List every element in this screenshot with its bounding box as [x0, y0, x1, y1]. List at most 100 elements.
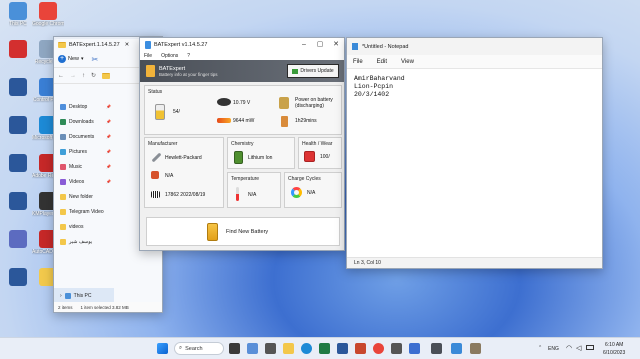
battery-app-icon [145, 40, 151, 49]
nav-item[interactable]: Music 📌 [54, 159, 114, 174]
health-title: Health / Wear [302, 141, 333, 147]
excel-icon[interactable] [319, 343, 330, 354]
desktop-icon[interactable] [3, 116, 33, 135]
nav-item-label: Videos [69, 178, 85, 185]
app2-icon[interactable] [470, 343, 481, 354]
pin-icon[interactable]: 📌 [106, 149, 111, 154]
temperature-group: Temperature N/A [227, 172, 281, 208]
folder-icon [58, 42, 66, 48]
nav-item[interactable]: Telegram Video [54, 204, 114, 219]
nav-item[interactable]: videos [54, 219, 114, 234]
close-tab-icon[interactable]: ✕ [125, 42, 130, 48]
app-icon [9, 154, 27, 172]
file-explorer-icon[interactable] [283, 343, 294, 354]
menu-view[interactable]: View [401, 59, 414, 65]
nav-item[interactable]: Downloads 📌 [54, 114, 114, 129]
desktop-icon[interactable]: This PC [3, 2, 33, 27]
pin-icon[interactable]: 📌 [106, 119, 111, 124]
cursor-position: Ln 3, Col 10 [354, 260, 381, 266]
nav-item[interactable]: Documents 📌 [54, 129, 114, 144]
explorer-tab[interactable]: BATExpert.1.14.5.27 ✕ [54, 39, 142, 51]
tools-icon [151, 152, 162, 163]
nav-item[interactable]: Videos 📌 [54, 174, 114, 189]
chemistry-value: Lithium Ion [248, 155, 273, 161]
nav-item[interactable]: Pictures 📌 [54, 144, 114, 159]
battery-logo-icon [146, 65, 155, 77]
notepad-text-area[interactable]: AmirBaharvand Lion-Pcpin 20/3/1402 [347, 69, 602, 99]
text-line: 20/3/1402 [354, 91, 390, 98]
up-arrow-icon[interactable]: ↑ [82, 73, 85, 79]
clock-date[interactable]: 6/10/2023 [603, 350, 625, 356]
wifi-icon[interactable]: ◠ [566, 344, 572, 352]
menu-edit[interactable]: Edit [377, 59, 387, 65]
desktop-icon[interactable] [3, 154, 33, 173]
new-button[interactable]: + New ▾ [58, 55, 84, 63]
text-line: AmirBaharvand [354, 75, 405, 82]
menu-file[interactable]: File [144, 53, 152, 59]
edge-icon[interactable] [301, 343, 312, 354]
desktop-icon[interactable] [3, 268, 33, 287]
explorer-tab-title: BATExpert.1.14.5.27 [69, 42, 120, 48]
chrome-icon[interactable] [373, 343, 384, 354]
health-value: 100/ [320, 154, 330, 160]
refresh-icon[interactable]: ↻ [91, 72, 96, 79]
clock-time[interactable]: 6:10 AM [605, 342, 623, 348]
discharge-rate: 9644 mW [233, 118, 255, 124]
nav-item-icon [60, 223, 66, 230]
nav-item[interactable]: New folder [54, 189, 114, 204]
desktop-icon[interactable] [3, 40, 33, 59]
battery-tray-icon[interactable] [586, 345, 594, 350]
nav-item-label: New folder [69, 193, 93, 200]
batexpert-taskbar-icon[interactable] [431, 343, 442, 354]
maximize-button[interactable]: ▢ [312, 38, 328, 51]
power-state: Power on battery (discharging) [295, 97, 333, 109]
word-icon[interactable] [337, 343, 348, 354]
pen-icon [151, 171, 159, 179]
forward-arrow-icon[interactable]: → [70, 73, 76, 79]
media-icon[interactable] [409, 343, 420, 354]
battery-level-icon [155, 104, 165, 120]
find-new-battery-label: Find New Battery [226, 228, 269, 235]
pin-icon[interactable]: 📌 [106, 164, 111, 169]
battery-model: N/A [165, 173, 174, 179]
widgets-icon[interactable] [247, 343, 258, 354]
nav-item-label: یوسف شیر [69, 238, 93, 245]
drivers-update-button[interactable]: Drivers Update [287, 64, 339, 78]
language-indicator[interactable]: ENG [548, 346, 559, 352]
desktop-icon[interactable] [3, 78, 33, 97]
nav-item[interactable]: یوسف شیر [54, 234, 114, 249]
camera-icon[interactable] [265, 343, 276, 354]
minimize-button[interactable]: – [296, 38, 312, 51]
back-arrow-icon[interactable]: ← [58, 73, 64, 79]
pin-icon[interactable]: 📌 [106, 134, 111, 139]
cut-icon[interactable]: ✂ [92, 55, 99, 64]
tray-chevron-icon[interactable]: ⌃ [538, 345, 542, 351]
notepad-taskbar-icon[interactable] [451, 343, 462, 354]
nav-this-pc[interactable]: › This PC [54, 288, 114, 303]
app-icon [9, 192, 27, 210]
app-icon [9, 78, 27, 96]
desktop-icon[interactable] [3, 230, 33, 249]
start-icon[interactable] [157, 343, 168, 354]
find-new-battery-button[interactable]: Find New Battery [146, 217, 340, 246]
expand-chevron-icon[interactable]: › [60, 293, 62, 299]
volume-icon[interactable]: ◁ [576, 344, 581, 352]
drivers-icon [292, 68, 299, 74]
close-button[interactable]: ✕ [328, 38, 344, 51]
store-icon[interactable] [391, 343, 402, 354]
menu-file[interactable]: File [353, 59, 363, 65]
nav-item[interactable]: Desktop 📌 [54, 99, 114, 114]
app-icon[interactable] [355, 343, 366, 354]
pin-icon[interactable]: 📌 [106, 104, 111, 109]
nav-item-icon [60, 208, 66, 215]
menu-help[interactable]: ? [187, 53, 190, 59]
search-box[interactable]: ⌕ Search [174, 342, 224, 355]
charge-cycles-title: Charge Cycles [288, 176, 321, 182]
task-view-icon[interactable] [229, 343, 240, 354]
nav-item-label: Pictures [69, 148, 88, 155]
pin-icon[interactable]: 📌 [106, 179, 111, 184]
nav-item-icon [60, 238, 66, 245]
menu-options[interactable]: Options [161, 53, 178, 59]
desktop-icon[interactable] [3, 192, 33, 211]
desktop-icon[interactable]: Google Chrome [32, 2, 64, 27]
